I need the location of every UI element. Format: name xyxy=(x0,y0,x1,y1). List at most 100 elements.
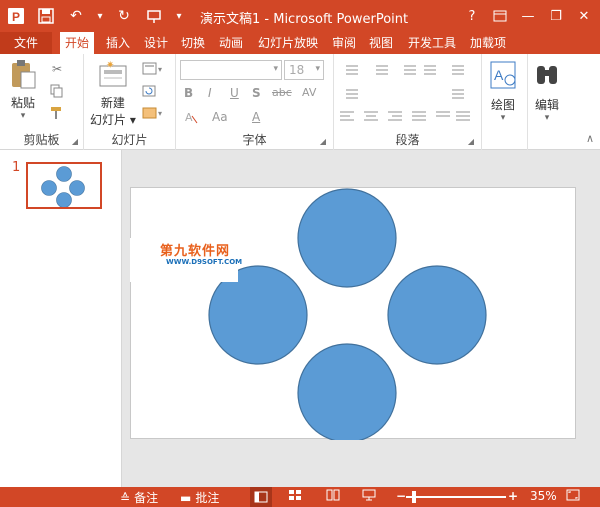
svg-text:✷: ✷ xyxy=(106,60,114,71)
editing-button[interactable]: 编辑 ▾ xyxy=(532,60,562,123)
circle-right xyxy=(387,265,487,365)
tab-developer[interactable]: 开发工具 xyxy=(403,32,461,54)
binoculars-icon xyxy=(537,66,557,84)
comments-button[interactable]: ▬ 批注 xyxy=(180,489,219,506)
paragraph-launcher-icon[interactable]: ◢ xyxy=(466,134,476,148)
thumbnail-circles xyxy=(41,166,85,208)
svg-text:P: P xyxy=(12,10,20,24)
tab-animations[interactable]: 动画 xyxy=(214,32,248,54)
format-painter-icon[interactable] xyxy=(48,106,66,120)
font-group-label: 字体 xyxy=(242,133,267,147)
minimize-button[interactable]: — xyxy=(518,6,538,26)
paragraph-icons[interactable] xyxy=(336,60,482,130)
normal-view-icon xyxy=(254,491,268,503)
font-launcher-icon[interactable]: ◢ xyxy=(318,134,328,148)
shadow-button[interactable]: S xyxy=(252,86,261,100)
new-slide-icon: ✷ xyxy=(99,60,127,87)
slide-thumbnail-panel[interactable]: 1 xyxy=(0,150,122,487)
reading-view-button[interactable] xyxy=(326,489,340,501)
powerpoint-logo-icon[interactable]: P xyxy=(6,6,26,26)
bold-button[interactable]: B xyxy=(184,86,193,100)
slide-shapes xyxy=(208,188,487,440)
zoom-percent[interactable]: 35% xyxy=(530,489,557,503)
ribbon-display-button[interactable] xyxy=(490,6,510,26)
slide[interactable] xyxy=(130,187,576,440)
italic-button[interactable]: I xyxy=(208,86,212,100)
zoom-out-button[interactable]: − xyxy=(396,489,406,503)
font-size-combo[interactable]: 18 ▾ xyxy=(284,60,324,80)
customize-qat-icon[interactable]: ▾ xyxy=(174,6,184,26)
slides-group: ✷ 新建 幻灯片 ▾ ▾ ▾ 幻灯片 xyxy=(84,54,176,150)
section-icon[interactable]: ▾ xyxy=(140,106,166,120)
layout-icon[interactable]: ▾ xyxy=(140,62,166,76)
paste-icon xyxy=(12,60,36,89)
zoom-slider[interactable] xyxy=(406,491,506,503)
tab-addins[interactable]: 加载项 xyxy=(465,32,511,54)
quick-access-toolbar: P ↶ ▾ ↻ ▾ xyxy=(6,6,184,26)
slide-number: 1 xyxy=(12,160,21,175)
drawing-dropdown-icon[interactable]: ▾ xyxy=(501,113,506,123)
notes-icon: ≙ xyxy=(120,490,131,505)
char-spacing-button[interactable]: AV xyxy=(302,86,316,99)
tab-insert[interactable]: 插入 xyxy=(101,32,135,54)
watermark-logo: 第九软件网 WWW.D9SOFT.COM xyxy=(130,238,242,282)
undo-button[interactable]: ↶ xyxy=(66,6,86,26)
normal-view-button[interactable] xyxy=(250,487,272,507)
tab-design[interactable]: 设计 xyxy=(139,32,173,54)
cut-icon[interactable]: ✂ xyxy=(48,62,66,76)
ribbon-tabs: 文件 开始 插入 设计 切换 动画 幻灯片放映 审阅 视图 开发工具 加载项 xyxy=(0,32,600,54)
notes-button[interactable]: ≙ 备注 xyxy=(120,489,158,506)
tab-slideshow[interactable]: 幻灯片放映 xyxy=(253,32,323,54)
clipboard-launcher-icon[interactable]: ◢ xyxy=(70,134,80,148)
zoom-in-button[interactable]: + xyxy=(508,489,518,503)
clear-format-icon[interactable]: A xyxy=(182,110,200,124)
zoom-slider-thumb[interactable] xyxy=(411,491,416,503)
font-size-dropdown-icon[interactable]: ▾ xyxy=(315,64,320,74)
slide-thumbnail[interactable] xyxy=(26,162,102,209)
circle-bottom xyxy=(297,343,397,440)
svg-text:▾: ▾ xyxy=(158,109,162,118)
tab-file[interactable]: 文件 xyxy=(0,32,52,54)
paragraph-group: 段落 ◢ xyxy=(334,54,482,150)
tab-review[interactable]: 审阅 xyxy=(327,32,361,54)
restore-button[interactable]: ❐ xyxy=(546,6,566,26)
save-icon[interactable] xyxy=(36,6,56,26)
presentation-icon[interactable] xyxy=(144,6,164,26)
paste-dropdown-icon[interactable]: ▾ xyxy=(21,111,26,121)
clipboard-group: 粘贴 ▾ ✂ 剪贴板 ◢ xyxy=(0,54,84,150)
reset-icon[interactable] xyxy=(140,84,158,98)
drawing-button[interactable]: A 绘图 ▾ xyxy=(488,60,518,123)
fit-to-window-button[interactable] xyxy=(566,489,580,501)
strikethrough-button[interactable]: abc xyxy=(272,86,292,99)
font-name-dropdown-icon[interactable]: ▾ xyxy=(273,64,278,74)
title-bar: P ↶ ▾ ↻ ▾ 演示文稿1 - Microsoft PowerPoint ?… xyxy=(0,0,600,32)
slideshow-button[interactable] xyxy=(362,489,376,501)
drawing-shapes-icon: A xyxy=(490,61,516,89)
comments-icon: ▬ xyxy=(180,490,192,505)
tab-home[interactable]: 开始 xyxy=(60,32,95,54)
reading-view-icon xyxy=(326,489,340,501)
undo-dropdown-icon[interactable]: ▾ xyxy=(96,6,104,26)
paste-button[interactable]: 粘贴 ▾ xyxy=(8,58,38,121)
svg-text:A: A xyxy=(494,67,504,83)
circle-top xyxy=(297,188,397,288)
help-button[interactable]: ? xyxy=(462,6,482,26)
drawing-group: A 绘图 ▾ xyxy=(482,54,528,150)
svg-text:▾: ▾ xyxy=(158,65,162,74)
editing-dropdown-icon[interactable]: ▾ xyxy=(545,113,550,123)
close-button[interactable]: ✕ xyxy=(574,6,594,26)
new-slide-button[interactable]: ✷ 新建 幻灯片 ▾ xyxy=(90,60,136,128)
slide-sorter-button[interactable] xyxy=(288,489,302,501)
font-name-combo[interactable]: ▾ xyxy=(180,60,282,80)
redo-button[interactable]: ↻ xyxy=(114,6,134,26)
font-color-button[interactable]: A xyxy=(252,110,260,124)
tab-view[interactable]: 视图 xyxy=(364,32,398,54)
change-case-button[interactable]: Aa xyxy=(212,110,228,124)
paragraph-group-label: 段落 xyxy=(395,133,420,147)
collapse-ribbon-icon[interactable]: ∧ xyxy=(586,132,594,145)
copy-icon[interactable] xyxy=(48,84,66,98)
tab-transitions[interactable]: 切换 xyxy=(176,32,210,54)
slide-editing-area[interactable]: 第九软件网 WWW.D9SOFT.COM xyxy=(122,150,600,487)
fit-window-icon xyxy=(566,489,580,501)
underline-button[interactable]: U xyxy=(230,86,239,100)
